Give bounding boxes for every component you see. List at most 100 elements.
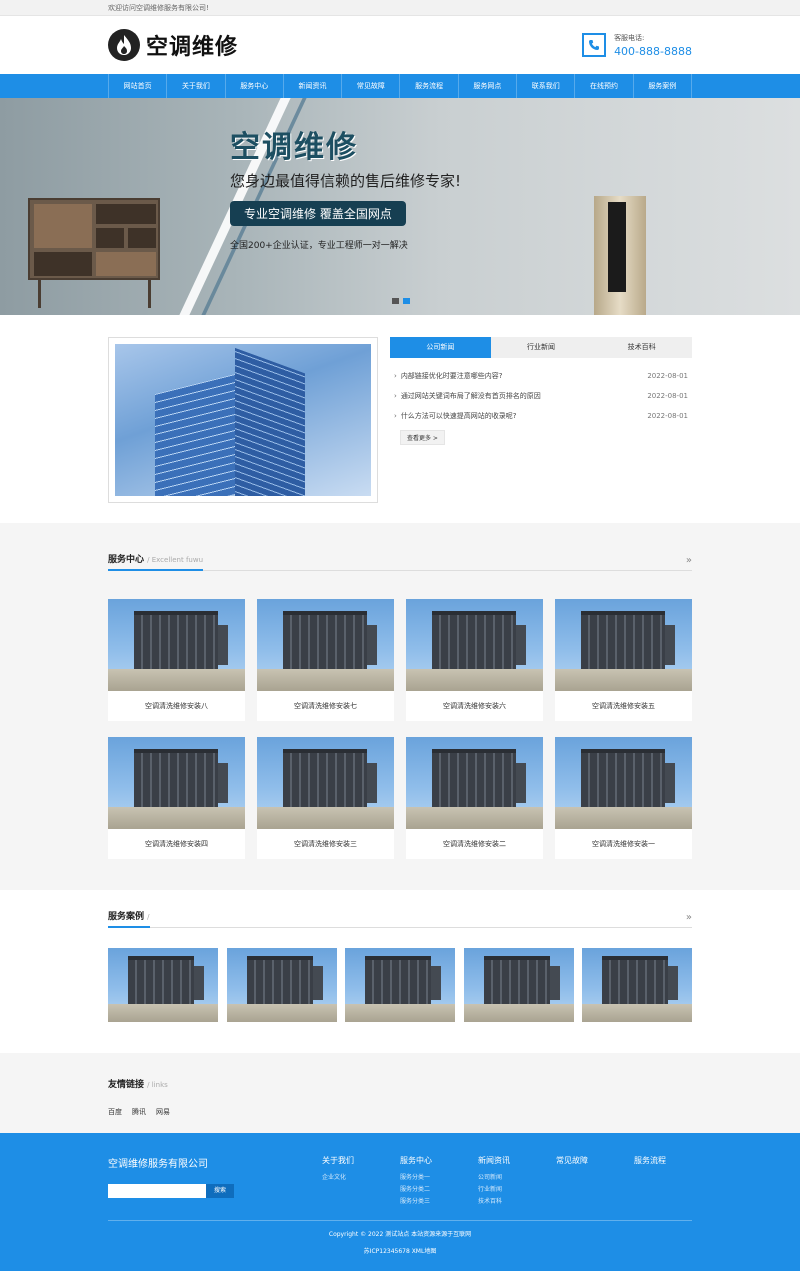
footer-copyright: Copyright © 2022 测试站点 本站资源来源于互联网 [328, 1231, 472, 1238]
nav-item-contact[interactable]: 联系我们 [517, 74, 576, 98]
ac-unit-image [257, 599, 394, 691]
hotline-number: 400-888-8888 [614, 44, 692, 58]
services-section: 服务中心 / Excellent fuwu » 空调清洗维修安装八 空调清洗维修… [0, 523, 800, 890]
footer-link[interactable]: 行业新闻 [478, 1184, 556, 1196]
site-logo[interactable]: 空调维修 [108, 29, 238, 61]
service-card[interactable]: 空调清洗维修安装六 [406, 599, 543, 721]
footer-search-button[interactable]: 搜索 [206, 1184, 234, 1198]
news-section: 公司新闻 行业新闻 技术百科 内部链接优化时要注意哪些内容? 2022-08-01… [0, 315, 800, 523]
footer-link[interactable]: 企业文化 [322, 1172, 400, 1184]
footer-link[interactable]: 服务分类二 [400, 1184, 478, 1196]
nav-item-faults[interactable]: 常见故障 [342, 74, 401, 98]
main-nav: 网站首页 关于我们 服务中心 新闻资讯 常见故障 服务流程 服务网点 联系我们 … [0, 74, 800, 98]
friend-links-section: 友情链接 / links 百度 腾讯 网易 [0, 1053, 800, 1133]
news-title[interactable]: 什么方法可以快速提高网站的收录呢? [394, 406, 517, 426]
nav-item-process[interactable]: 服务流程 [400, 74, 459, 98]
tab-company-news[interactable]: 公司新闻 [390, 337, 491, 358]
service-card[interactable]: 空调清洗维修安装八 [108, 599, 245, 721]
cabinet-illustration [28, 198, 160, 280]
footer-link[interactable]: 服务分类一 [400, 1172, 478, 1184]
news-title[interactable]: 通过网站关键词布局了解没有首页排名的原因 [394, 386, 541, 406]
cabinet-leg [148, 278, 151, 308]
footer-link[interactable]: 公司新闻 [478, 1172, 556, 1184]
service-card-label[interactable]: 空调清洗维修安装六 [406, 691, 543, 721]
news-title[interactable]: 内部链接优化时要注意哪些内容? [394, 366, 503, 386]
footer-link[interactable]: 服务分类三 [400, 1196, 478, 1208]
footer-search: 搜索 [108, 1184, 234, 1198]
footer-icp[interactable]: 苏ICP12345678 XML地图 [108, 1246, 692, 1255]
logo-text: 空调维修 [146, 35, 239, 60]
friend-link[interactable]: 腾讯 [132, 1107, 146, 1117]
nav-item-cases[interactable]: 服务案例 [634, 74, 692, 98]
slider-dots [392, 298, 410, 304]
case-image[interactable] [108, 948, 218, 1022]
service-card[interactable]: 空调清洗维修安装二 [406, 737, 543, 859]
service-card-label[interactable]: 空调清洗维修安装五 [555, 691, 692, 721]
service-card[interactable]: 空调清洗维修安装七 [257, 599, 394, 721]
case-image[interactable] [226, 948, 337, 1022]
hero-banner[interactable]: 空调维修 您身边最值得信赖的售后维修专家! 专业空调维修 覆盖全国网点 全国20… [0, 98, 800, 315]
nav-item-booking[interactable]: 在线预约 [575, 74, 634, 98]
news-item[interactable]: 什么方法可以快速提高网站的收录呢? 2022-08-01 [394, 406, 688, 426]
cases-header: 服务案例 / » [108, 910, 692, 928]
tab-industry-news[interactable]: 行业新闻 [491, 337, 592, 358]
news-more-button[interactable]: 查看更多 > [400, 430, 445, 445]
welcome-text: 欢迎访问空调维修服务有限公司! [108, 4, 209, 12]
news-tabs: 公司新闻 行业新闻 技术百科 [390, 337, 692, 358]
tower-ac-illustration [594, 196, 646, 315]
service-card[interactable]: 空调清洗维修安装一 [555, 737, 692, 859]
news-item[interactable]: 内部链接优化时要注意哪些内容? 2022-08-01 [394, 366, 688, 386]
hotline-label: 客服电话: [614, 33, 645, 42]
news-date: 2022-08-01 [647, 412, 688, 420]
cases-more-icon[interactable]: » [686, 912, 692, 927]
cases-row [108, 948, 692, 1022]
banner-pill: 专业空调维修 覆盖全国网点 [230, 201, 406, 226]
service-card[interactable]: 空调清洗维修安装四 [108, 737, 245, 859]
ac-unit-image [108, 737, 245, 829]
footer-col-title[interactable]: 服务中心 [400, 1155, 478, 1166]
services-more-icon[interactable]: » [686, 555, 692, 570]
footer-col-title[interactable]: 关于我们 [322, 1155, 400, 1166]
footer-col-title[interactable]: 常见故障 [556, 1155, 634, 1166]
service-card-label[interactable]: 空调清洗维修安装一 [555, 829, 692, 859]
nav-item-news[interactable]: 新闻资讯 [284, 74, 343, 98]
company-building-image [108, 337, 378, 503]
links-title: 友情链接 [108, 1080, 145, 1090]
site-header: 空调维修 客服电话: 400-888-8888 [0, 16, 800, 74]
tab-tech-wiki[interactable]: 技术百科 [591, 337, 692, 358]
service-card-label[interactable]: 空调清洗维修安装四 [108, 829, 245, 859]
services-header: 服务中心 / Excellent fuwu » [108, 553, 692, 571]
slider-dot[interactable] [392, 298, 399, 304]
ac-unit-image [406, 737, 543, 829]
service-card-label[interactable]: 空调清洗维修安装八 [108, 691, 245, 721]
nav-item-about[interactable]: 关于我们 [167, 74, 226, 98]
flame-logo-icon [108, 29, 140, 61]
footer-col-title[interactable]: 服务流程 [634, 1155, 692, 1166]
services-title: 服务中心 [108, 555, 145, 565]
service-card-label[interactable]: 空调清洗维修安装三 [257, 829, 394, 859]
news-item[interactable]: 通过网站关键词布局了解没有首页排名的原因 2022-08-01 [394, 386, 688, 406]
nav-item-outlets[interactable]: 服务网点 [459, 74, 518, 98]
case-image[interactable] [582, 948, 692, 1022]
cases-section: 服务案例 / » [0, 890, 800, 1053]
service-card[interactable]: 空调清洗维修安装三 [257, 737, 394, 859]
nav-item-home[interactable]: 网站首页 [109, 74, 168, 98]
friend-link[interactable]: 百度 [108, 1107, 122, 1117]
friend-link[interactable]: 网易 [156, 1107, 170, 1117]
news-date: 2022-08-01 [647, 372, 688, 380]
service-card[interactable]: 空调清洗维修安装五 [555, 599, 692, 721]
cases-title: 服务案例 [108, 912, 145, 922]
footer-col-faults: 常见故障 [556, 1155, 634, 1220]
footer-col-title[interactable]: 新闻资讯 [478, 1155, 556, 1166]
nav-item-services[interactable]: 服务中心 [226, 74, 284, 98]
ac-unit-image [108, 599, 245, 691]
service-card-label[interactable]: 空调清洗维修安装二 [406, 829, 543, 859]
footer-search-input[interactable] [108, 1184, 206, 1198]
case-image[interactable] [463, 948, 574, 1022]
service-card-label[interactable]: 空调清洗维修安装七 [257, 691, 394, 721]
cases-subtitle: / [147, 913, 150, 921]
ac-unit-image [406, 599, 543, 691]
slider-dot-active[interactable] [403, 298, 410, 304]
case-image[interactable] [345, 948, 455, 1022]
footer-link[interactable]: 技术百科 [478, 1196, 556, 1208]
